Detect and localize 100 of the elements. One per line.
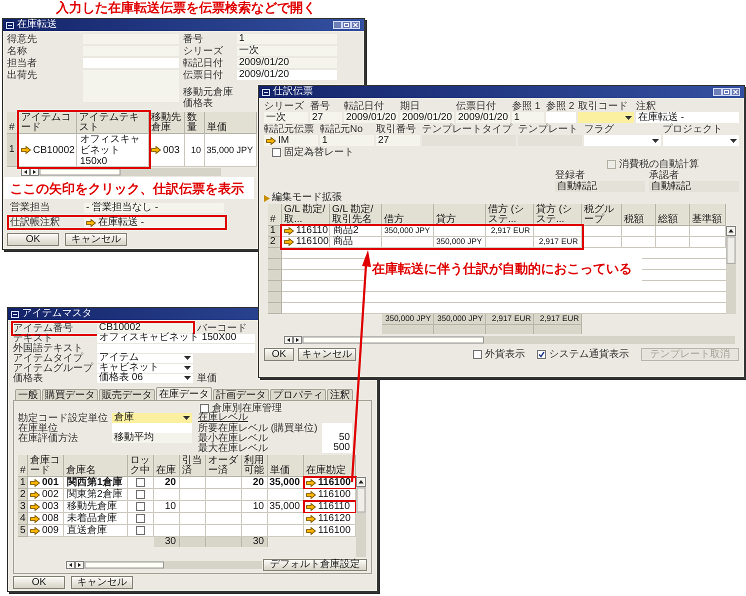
column-header[interactable]: 税額 <box>622 204 656 226</box>
link-cell[interactable]: 116100 <box>304 477 356 489</box>
dropdown-field[interactable]: アイテム <box>97 354 193 362</box>
column-header[interactable]: 引当済 <box>180 455 206 477</box>
text-field[interactable]: 500 <box>322 443 352 453</box>
text-field[interactable]: 1 <box>320 135 374 146</box>
column-header[interactable]: 借方 <box>382 204 434 226</box>
checkbox[interactable] <box>136 502 145 511</box>
text-field[interactable] <box>322 423 352 433</box>
text-field[interactable]: オフィスキャビネット 150X00 <box>97 334 255 342</box>
column-header[interactable]: ロック中 <box>128 455 154 477</box>
column-header[interactable]: # <box>268 204 282 226</box>
column-header[interactable]: G/L 勘定/取... <box>282 204 330 226</box>
dropdown-arrow-icon[interactable] <box>652 138 658 142</box>
ok-button[interactable]: OK <box>7 233 59 246</box>
column-header[interactable]: アイテムコード <box>19 112 77 134</box>
dropdown-arrow-icon[interactable] <box>625 116 632 120</box>
horizontal-scrollbar[interactable] <box>21 168 221 176</box>
column-header[interactable]: 貸方 <box>434 204 486 226</box>
link-cell[interactable]: 003 <box>149 134 185 167</box>
tab[interactable]: プロパティ <box>270 389 326 400</box>
dropdown-field[interactable]: キャビネット <box>97 364 193 372</box>
ok-button[interactable]: OK <box>264 348 294 361</box>
link-cell[interactable]: 116100 <box>304 489 356 501</box>
link-cell[interactable]: 116120 <box>304 513 356 525</box>
link-cell[interactable]: 116110 <box>282 226 330 237</box>
link-cell[interactable]: CB10002 <box>19 134 77 167</box>
text-field[interactable] <box>546 112 576 123</box>
tab[interactable]: 注釈 <box>327 389 353 400</box>
vertical-scrollbar[interactable] <box>726 226 736 314</box>
expander[interactable]: 編集モード拡張 <box>264 192 342 204</box>
window-controls-icon[interactable] <box>713 88 741 96</box>
text-field[interactable]: 2009/01/20 <box>344 112 398 123</box>
column-header[interactable]: 利用可能 <box>242 455 268 477</box>
checkbox[interactable] <box>537 350 546 359</box>
text-field[interactable]: - 営業担当なし - <box>84 202 224 212</box>
text-field[interactable]: 在庫転送 - <box>84 218 224 228</box>
vertical-scrollbar[interactable] <box>356 477 366 557</box>
horizontal-scrollbar[interactable] <box>66 561 262 569</box>
column-header[interactable]: 在庫勘定 <box>304 455 356 477</box>
text-field[interactable]: 2009/01/20 <box>400 112 454 123</box>
dropdown-field[interactable] <box>584 135 660 146</box>
link-cell[interactable]: 116110 <box>304 501 356 513</box>
checkbox[interactable] <box>136 490 145 499</box>
column-header[interactable]: 単価 <box>205 112 257 134</box>
link-cell[interactable]: 008 <box>28 513 64 525</box>
tab[interactable]: 購買データ <box>42 389 98 400</box>
text-field[interactable]: 一次 <box>264 112 308 123</box>
row-header[interactable]: 1 <box>18 477 28 489</box>
checkbox[interactable] <box>272 148 281 156</box>
column-header[interactable]: 数量 <box>185 112 205 134</box>
ok-button[interactable]: OK <box>13 576 65 589</box>
column-header[interactable]: 倉庫コード <box>28 455 64 477</box>
cancel-button[interactable]: キャンセル <box>71 576 133 589</box>
checkbox[interactable] <box>200 404 209 412</box>
tab[interactable]: 一般 <box>15 389 41 400</box>
default-warehouse-button[interactable]: デフォルト倉庫設定 <box>263 559 367 571</box>
text-field[interactable]: 移動平均 <box>112 433 192 443</box>
column-header[interactable]: 移動先倉庫 <box>149 112 185 134</box>
link-arrow-icon[interactable] <box>151 146 161 154</box>
text-field[interactable] <box>112 423 192 433</box>
dropdown-field[interactable] <box>578 112 634 123</box>
column-header[interactable]: 倉庫名 <box>64 455 128 477</box>
link-cell[interactable]: 116100 <box>304 525 356 537</box>
link-cell[interactable]: 001 <box>28 477 64 489</box>
text-field[interactable]: 自動転記 <box>649 181 739 192</box>
text-field[interactable]: 1 <box>512 112 544 123</box>
link-arrow-icon[interactable] <box>21 146 31 154</box>
link-cell[interactable]: 009 <box>28 525 64 537</box>
column-header[interactable]: オーダー済 <box>206 455 242 477</box>
checkbox[interactable] <box>136 478 145 487</box>
column-header[interactable]: 貸方 (システ... <box>534 204 582 226</box>
link-cell[interactable]: 003 <box>28 501 64 513</box>
horizontal-scrollbar[interactable] <box>284 336 735 344</box>
tab[interactable]: 計画データ <box>213 389 269 400</box>
column-header[interactable]: # <box>18 455 28 477</box>
dropdown-field[interactable] <box>662 135 739 146</box>
row-header[interactable]: 4 <box>18 513 28 525</box>
text-field[interactable]: IM <box>264 135 318 146</box>
cancel-button[interactable]: キャンセル <box>298 348 356 361</box>
text-field[interactable]: 50 <box>322 433 352 443</box>
text-field[interactable]: 2009/01/20 <box>456 112 510 123</box>
text-field[interactable]: 一次 <box>237 46 337 56</box>
column-header[interactable]: 基準額 <box>690 204 726 226</box>
dropdown-field[interactable]: 価格表 06 <box>97 374 193 382</box>
column-header[interactable]: アイテムテキスト <box>77 112 149 134</box>
text-field[interactable]: 2009/01/20 <box>237 70 337 80</box>
dropdown-arrow-icon[interactable] <box>730 138 737 142</box>
checkbox[interactable] <box>473 350 482 359</box>
cancel-button[interactable]: キャンセル <box>65 233 127 246</box>
column-header[interactable]: G/L 勘定/取引先名 <box>330 204 382 226</box>
tab[interactable]: 在庫データ <box>156 387 212 400</box>
row-header[interactable]: 2 <box>18 489 28 501</box>
text-field[interactable]: 27 <box>376 135 420 146</box>
checkbox[interactable] <box>136 526 145 535</box>
text-field[interactable]: 2009/01/20 <box>237 58 337 68</box>
column-header[interactable]: 総額 <box>656 204 690 226</box>
row-header[interactable]: 5 <box>18 525 28 537</box>
text-field[interactable]: 1 <box>237 34 337 44</box>
column-header[interactable]: 税グループ <box>582 204 622 226</box>
